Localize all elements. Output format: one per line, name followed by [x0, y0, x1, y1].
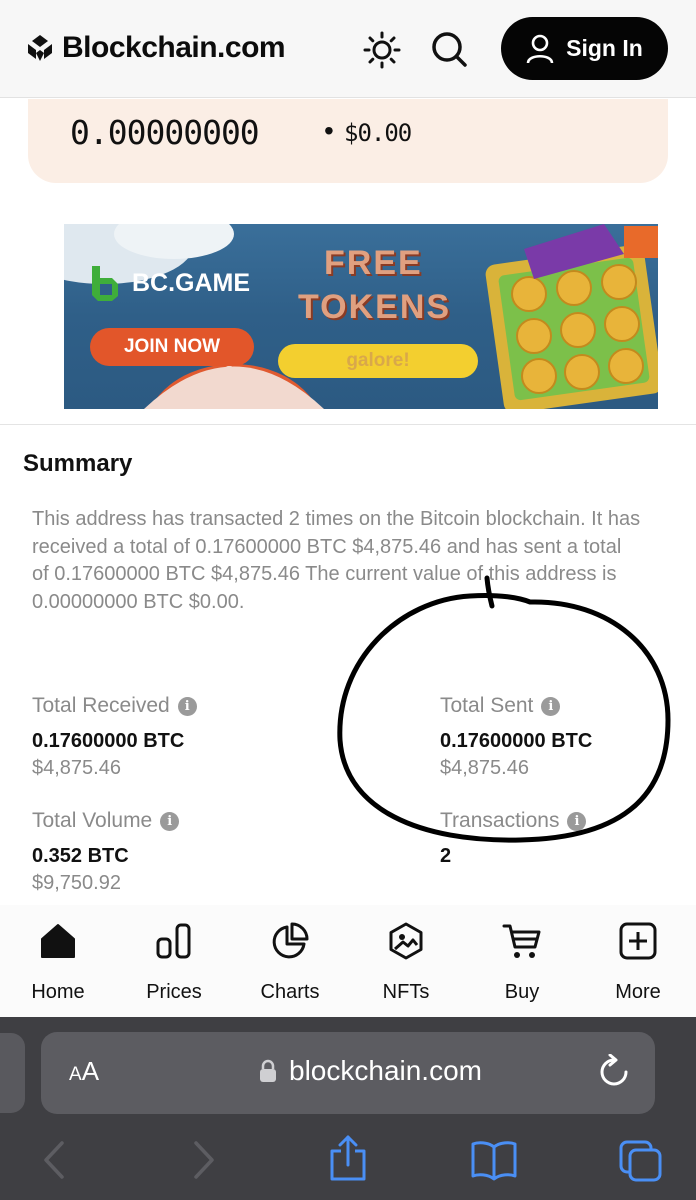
back-icon[interactable] — [40, 1139, 70, 1181]
stat-total-sent: Total Sent i 0.17600000 BTC $4,875.46 — [440, 694, 592, 780]
nav-item-home[interactable]: Home — [0, 919, 116, 1011]
brand-name: Blockchain.com — [62, 31, 286, 64]
ad-brand: BC.GAME — [88, 264, 250, 302]
nav-item-prices[interactable]: Prices — [116, 919, 232, 1011]
address-bar[interactable]: AA blockchain.com — [41, 1032, 655, 1114]
info-icon[interactable]: i — [541, 696, 561, 716]
top-header: Blockchain.com Sign In — [0, 0, 696, 98]
nav-item-charts[interactable]: Charts — [232, 919, 348, 1011]
image-icon — [384, 919, 428, 963]
forward-icon[interactable] — [188, 1139, 218, 1181]
bc-game-logo-icon — [92, 266, 118, 301]
stat-label: Transactions — [440, 809, 560, 832]
sign-in-label: Sign In — [566, 35, 643, 61]
user-icon — [526, 34, 554, 63]
bar-chart-icon — [152, 919, 196, 963]
stat-value: 0.17600000 BTC — [32, 730, 185, 752]
lock-icon — [260, 1059, 276, 1082]
pie-chart-icon — [268, 919, 312, 963]
balance-btc: 0.00000000 — [70, 113, 260, 152]
text-size-button[interactable]: AA — [69, 1056, 99, 1087]
stat-total-volume: Total Volume i 0.352 BTC $9,750.92 — [32, 809, 180, 895]
share-icon[interactable] — [328, 1135, 368, 1181]
ad-join-button[interactable]: JOIN NOW — [90, 328, 254, 366]
brand-logo[interactable]: Blockchain.com — [26, 28, 286, 68]
stat-label: Total Volume — [32, 809, 153, 832]
summary-description: This address has transacted 2 times on t… — [32, 508, 641, 613]
bookmarks-icon[interactable] — [470, 1139, 518, 1181]
stat-value: 0.352 BTC — [32, 845, 129, 867]
search-button[interactable] — [426, 26, 472, 72]
nav-item-more[interactable]: More — [580, 919, 696, 1011]
home-icon — [36, 919, 80, 963]
stat-value: 0.17600000 BTC — [440, 730, 593, 752]
nav-label: NFTs — [382, 981, 430, 1003]
sun-icon — [363, 31, 401, 69]
stat-label: Total Received — [32, 694, 170, 717]
separator-dot: • — [324, 115, 334, 146]
tabs-icon[interactable] — [618, 1139, 664, 1183]
ad-headline-line2: TOKENS — [298, 288, 452, 326]
section-divider — [0, 424, 696, 425]
aa-large: A — [81, 1056, 100, 1086]
ad-brand-name: BC.GAME — [132, 268, 251, 297]
stat-total-received: Total Received i 0.17600000 BTC $4,875.4… — [32, 694, 197, 780]
stat-label: Total Sent — [440, 694, 534, 717]
stat-usd: $4,875.46 — [440, 757, 529, 779]
ad-headline-line1: FREE — [324, 244, 423, 282]
nav-item-buy[interactable]: Buy — [464, 919, 580, 1011]
stat-transactions: Transactions i 2 — [440, 809, 587, 868]
info-icon[interactable]: i — [177, 696, 197, 716]
stat-value: 2 — [440, 845, 452, 867]
search-icon — [432, 32, 467, 67]
balance-usd: $0.00 — [344, 119, 412, 147]
ad-tag: galore! — [278, 344, 478, 378]
nav-label: Home — [31, 981, 85, 1003]
stat-label-wrapper: Total Sent i — [440, 694, 592, 718]
url-display[interactable]: blockchain.com — [259, 1055, 482, 1087]
balance-card: 0.00000000 • $0.00 — [28, 99, 668, 183]
nav-label: Buy — [504, 981, 540, 1003]
stat-label-wrapper: Transactions i — [440, 809, 587, 833]
stat-label-wrapper: Total Received i — [32, 694, 197, 718]
bottom-nav: Home Prices Charts NFTs Buy More — [0, 905, 696, 1017]
stat-usd: $9,750.92 — [32, 872, 121, 894]
info-icon[interactable]: i — [160, 811, 180, 831]
summary-title: Summary — [23, 450, 133, 477]
theme-toggle-button[interactable] — [360, 28, 404, 72]
nav-label: Charts — [260, 981, 320, 1003]
reload-icon[interactable] — [597, 1054, 631, 1090]
browser-chrome: AA blockchain.com — [0, 1017, 696, 1200]
stat-usd: $4,875.46 — [32, 757, 121, 779]
sign-in-button[interactable]: Sign In — [501, 17, 668, 80]
nav-label: More — [615, 981, 661, 1003]
ad-banner[interactable]: BC.GAME JOIN NOW FREE TOKENS galore! — [64, 224, 658, 409]
nav-item-nfts[interactable]: NFTs — [348, 919, 464, 1011]
nav-label: Prices — [146, 981, 202, 1003]
info-icon[interactable]: i — [567, 811, 587, 831]
cart-icon — [500, 919, 544, 963]
previous-tab-preview[interactable] — [0, 1033, 25, 1113]
blockchain-logo-icon — [28, 35, 52, 61]
url-text: blockchain.com — [289, 1055, 482, 1086]
plus-square-icon — [616, 919, 660, 963]
aa-small: A — [69, 1064, 82, 1085]
stat-label-wrapper: Total Volume i — [32, 809, 180, 833]
